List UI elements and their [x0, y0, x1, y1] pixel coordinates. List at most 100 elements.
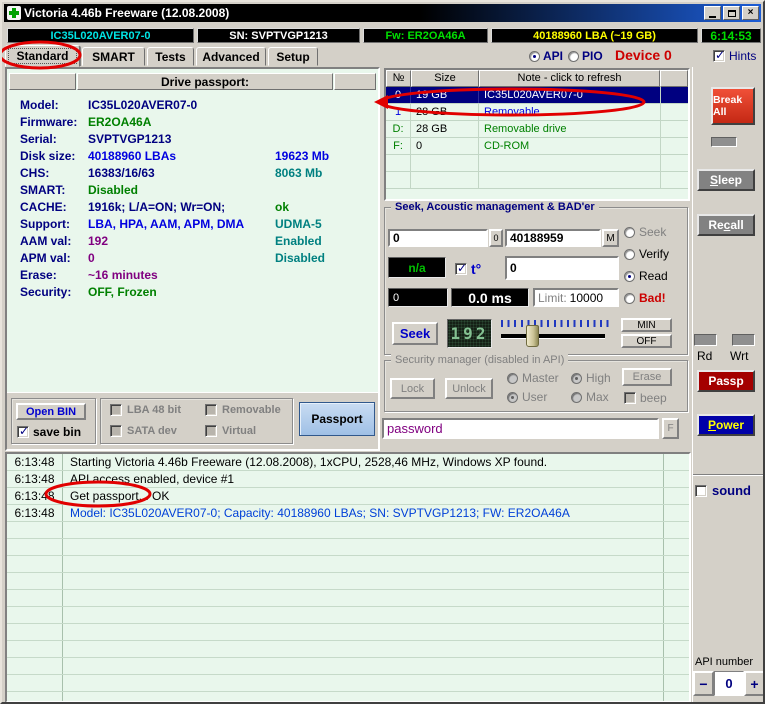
log-row-empty	[7, 590, 689, 607]
log-row-empty	[7, 624, 689, 641]
right-column: № Size Note - click to refresh 0 19 GB I…	[382, 67, 690, 452]
aam-slider[interactable]	[499, 320, 611, 348]
limit-value: 10000	[569, 290, 604, 305]
read-indicator	[694, 334, 717, 346]
beep-checkbox	[624, 392, 636, 404]
api-radio[interactable]	[529, 50, 540, 62]
verify-radio-group[interactable]: Verify	[624, 247, 669, 261]
seek-panel: Seek, Acoustic management & BAD'er 0 M n…	[384, 201, 688, 355]
limit-box[interactable]: Limit: 10000	[533, 288, 619, 307]
master-label: Master	[522, 371, 559, 385]
temp-checkbox[interactable]	[455, 261, 467, 275]
sata-label: SATA dev	[127, 425, 177, 437]
save-bin-checkbox-group[interactable]: save bin	[17, 424, 82, 439]
save-bin-checkbox[interactable]	[17, 424, 29, 438]
password-input[interactable]	[382, 418, 659, 439]
passport-row-firmware: Firmware: ER2OA46A	[20, 115, 152, 129]
max-lba-button[interactable]: M	[602, 229, 619, 247]
f-button[interactable]: F	[662, 418, 679, 439]
lock-button: Lock	[390, 378, 435, 399]
drive-row-empty	[386, 172, 688, 189]
drive-row-0[interactable]: 0 19 GB IC35L020AVER07-0	[386, 87, 688, 104]
min-button[interactable]: MIN	[621, 318, 672, 332]
seek-radio	[624, 226, 635, 238]
hints-checkbox-group[interactable]: Hints	[713, 48, 756, 63]
zero-button[interactable]: 0	[489, 229, 503, 247]
break-all-button[interactable]: Break All	[711, 87, 755, 125]
pio-radio[interactable]	[568, 50, 579, 62]
api-radio-group[interactable]: API	[529, 49, 563, 63]
api-number-decrement[interactable]: −	[693, 671, 714, 696]
error-counter-display: 0	[388, 288, 448, 307]
slider-track[interactable]	[501, 334, 605, 339]
api-number-label: API number	[695, 656, 754, 668]
drive-table: № Size Note - click to refresh 0 19 GB I…	[384, 68, 690, 201]
drive-row-1[interactable]: 1 28 GB Removable	[386, 104, 688, 121]
pio-label: PIO	[582, 49, 603, 63]
api-number-increment[interactable]: +	[744, 671, 763, 696]
window-title: Victoria 4.46b Freeware (12.08.2008)	[24, 6, 230, 20]
log-row-empty	[7, 658, 689, 675]
user-radio-group: User	[507, 390, 547, 404]
passport-row-security: Security: OFF, Frozen	[20, 285, 157, 299]
log-row: 6:13:48 Model: IC35L020AVER07-0; Capacit…	[7, 505, 689, 522]
virtual-checkbox	[205, 425, 217, 437]
log-row-empty	[7, 692, 689, 701]
user-radio	[507, 391, 518, 403]
bad-radio-group[interactable]: Bad!	[624, 291, 666, 305]
tab-advanced[interactable]: Advanced	[196, 47, 266, 66]
log-row-empty	[7, 675, 689, 692]
beep-label: beep	[640, 391, 667, 405]
read-radio[interactable]	[624, 270, 635, 282]
app-window: Victoria 4.46b Freeware (12.08.2008) × I…	[0, 0, 765, 704]
high-label: High	[586, 371, 611, 385]
drive-row-f[interactable]: F: 0 CD-ROM	[386, 138, 688, 155]
recall-button[interactable]: Re c all	[697, 214, 755, 236]
sound-checkbox-group[interactable]: sound	[695, 483, 751, 498]
high-radio-group: High	[571, 371, 611, 385]
start-lba-input[interactable]	[388, 229, 488, 247]
seek-button[interactable]: Seek	[392, 322, 438, 345]
log-row-empty	[7, 573, 689, 590]
end-lba-input[interactable]	[505, 229, 601, 247]
close-button[interactable]: ×	[742, 6, 759, 20]
col-note[interactable]: Note - click to refresh	[479, 70, 660, 87]
temp-value-input[interactable]	[505, 256, 619, 280]
title-bar[interactable]: Victoria 4.46b Freeware (12.08.2008) ×	[4, 4, 761, 22]
power-button[interactable]: Power	[697, 414, 755, 436]
lba48-checkbox-group: LBA 48 bit	[110, 404, 181, 416]
hints-checkbox[interactable]	[713, 48, 725, 62]
minimize-button[interactable]	[704, 6, 721, 20]
beep-checkbox-group: beep	[624, 391, 667, 405]
read-radio-label: Read	[639, 269, 668, 283]
maximize-button[interactable]	[723, 6, 740, 20]
col-size[interactable]: Size	[411, 70, 479, 87]
open-bin-button[interactable]: Open BIN	[16, 403, 86, 420]
col-num[interactable]: №	[386, 70, 411, 87]
passp-button[interactable]: Passp	[697, 370, 755, 392]
log-row: 6:13:48 Starting Victoria 4.46b Freeware…	[7, 454, 689, 471]
drive-row-empty	[386, 155, 688, 172]
temp-label: t°	[471, 261, 482, 277]
drive-table-header[interactable]: № Size Note - click to refresh	[386, 70, 688, 87]
sleep-button[interactable]: Sleep	[697, 169, 755, 191]
erase-button: Erase	[622, 368, 672, 386]
sound-checkbox[interactable]	[695, 484, 707, 497]
temp-checkbox-group[interactable]: t°	[455, 261, 481, 277]
save-bin-label: save bin	[33, 425, 82, 439]
tab-smart[interactable]: SMART	[82, 47, 145, 66]
rd-label: Rd	[697, 349, 713, 363]
tab-setup[interactable]: Setup	[268, 47, 318, 66]
read-radio-group[interactable]: Read	[624, 269, 668, 283]
api-number-spinner: − 0 +	[693, 671, 763, 696]
verify-radio[interactable]	[624, 248, 635, 260]
master-radio-group: Master	[507, 371, 559, 385]
slider-thumb[interactable]	[526, 325, 539, 347]
pio-radio-group[interactable]: PIO	[568, 49, 603, 63]
tab-standard[interactable]: Standard	[5, 45, 80, 67]
tab-tests[interactable]: Tests	[147, 47, 194, 66]
off-button[interactable]: OFF	[621, 334, 672, 348]
drive-row-d[interactable]: D: 28 GB Removable drive	[386, 121, 688, 138]
bad-radio[interactable]	[624, 292, 635, 304]
passport-button[interactable]: Passport	[299, 402, 375, 436]
